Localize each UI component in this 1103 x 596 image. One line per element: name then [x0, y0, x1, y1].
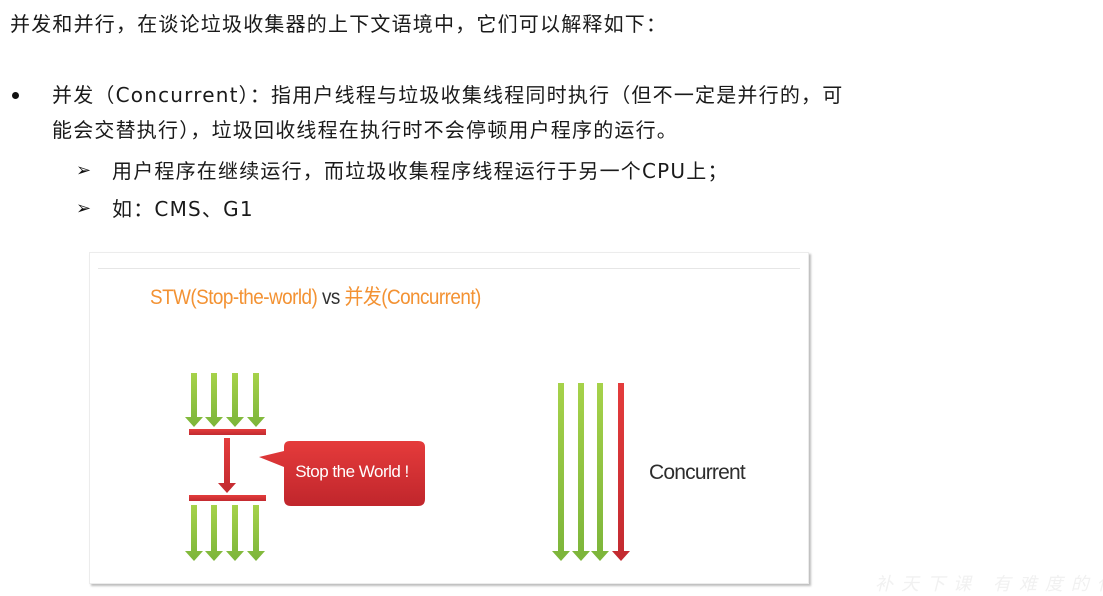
concurrent-diagram	[552, 383, 630, 561]
stw-vs-concurrent-figure: STW(Stop-the-world) vs 并发(Concurrent) St…	[89, 252, 809, 584]
gc-thread-arrow	[218, 438, 236, 493]
sub-bullet-user-program: 用户程序在继续运行，而垃圾收集程序线程运行于另一个CPU上；	[112, 159, 729, 183]
concurrent-definition-line-2: 能会交替执行），垃圾回收线程在执行时不会停顿用户程序的运行。	[52, 118, 678, 142]
user-thread-arrow-after	[185, 505, 203, 561]
concurrent-user-thread-arrow	[552, 383, 570, 561]
intro-paragraph: 并发和并行，在谈论垃圾收集器的上下文语境中，它们可以解释如下：	[10, 12, 668, 36]
watermark: 补天下课 有难度的代	[875, 574, 1103, 595]
arrow-bullet-icon: ➢	[76, 160, 92, 181]
safepoint-bar-bottom	[189, 495, 266, 501]
concurrent-definition-text-1: 并发（Concurrent）：指用户线程与垃圾收集线程同时执行（但不一定是并行的…	[52, 83, 844, 107]
user-thread-arrow-after	[226, 505, 244, 561]
concurrent-gc-thread-arrow	[612, 383, 630, 561]
user-thread-arrow-after	[247, 505, 265, 561]
concurrent-user-thread-arrow	[572, 383, 590, 561]
user-thread-arrow-after	[205, 505, 223, 561]
stw-diagram	[185, 373, 266, 561]
concurrent-definition-line-1: 并发（Concurrent）：指用户线程与垃圾收集线程同时执行（但不一定是并行的…	[52, 83, 843, 107]
user-thread-arrow-before	[185, 373, 203, 427]
user-thread-arrow-before	[247, 373, 265, 427]
user-thread-arrow-before	[205, 373, 223, 427]
concurrent-user-thread-arrow	[591, 383, 609, 561]
sub-bullet-examples: 如：CMS、G1	[112, 197, 254, 221]
safepoint-bar-top	[189, 429, 266, 435]
thread-diagram	[185, 373, 630, 561]
bullet-marker	[12, 92, 19, 99]
user-thread-arrow-before	[226, 373, 244, 427]
stop-the-world-label: Stop the World !	[295, 462, 409, 481]
arrow-bullet-icon: ➢	[76, 198, 92, 219]
concurrent-label: Concurrent	[649, 461, 746, 484]
